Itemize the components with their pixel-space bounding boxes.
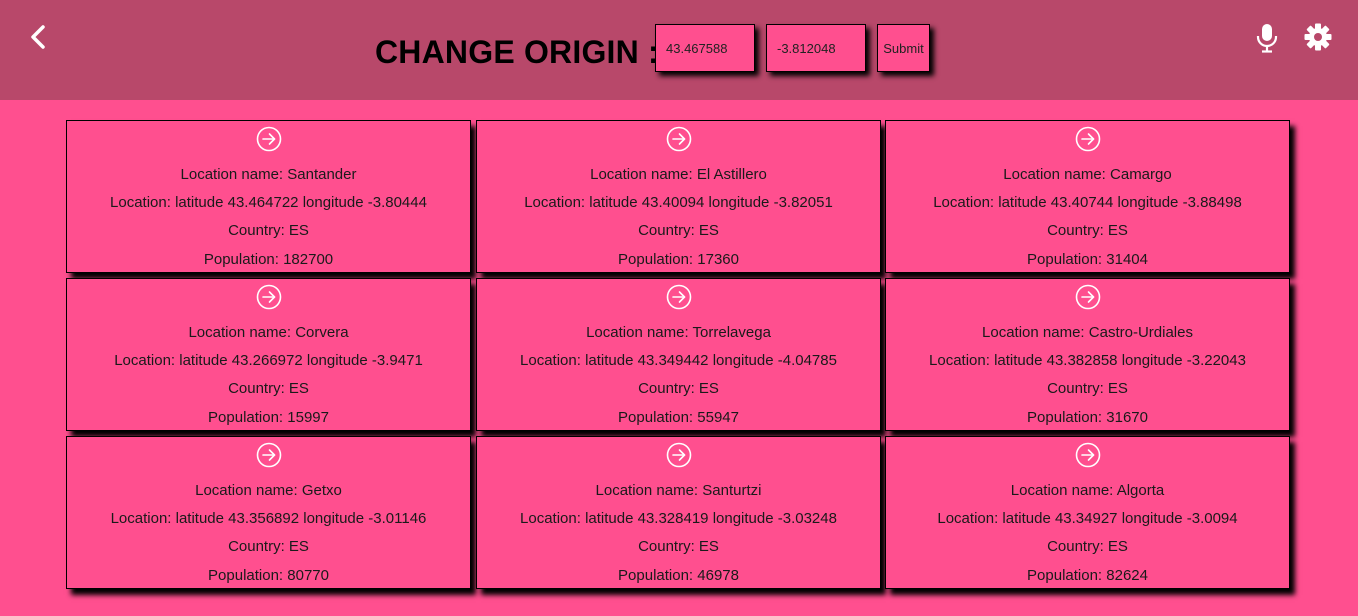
location-population: Population: 182700 [203,251,334,268]
location-country: Country: ES [1047,538,1128,555]
arrow-right-circle-icon[interactable] [1075,442,1101,468]
location-coordinates: Location: latitude 43.349442 longitude -… [520,352,837,369]
location-country: Country: ES [638,222,719,239]
location-population: Population: 31670 [1027,409,1148,426]
top-bar: CHANGE ORIGIN : Submit [0,0,1358,100]
location-population: Population: 80770 [208,567,329,584]
arrow-right-circle-icon[interactable] [1075,126,1101,152]
location-country: Country: ES [228,538,309,555]
arrow-right-circle-icon[interactable] [256,284,282,310]
location-coordinates: Location: latitude 43.328419 longitude -… [520,510,837,527]
location-population: Population: 17360 [618,251,739,268]
location-name: Location name: Castro-Urdiales [982,324,1193,341]
location-card: Location name: El Astillero Location: la… [476,120,881,273]
submit-button[interactable]: Submit [877,24,930,72]
location-card: Location name: Torrelavega Location: lat… [476,278,881,431]
location-population: Population: 55947 [618,409,739,426]
location-country: Country: ES [228,222,309,239]
settings-button[interactable] [1304,23,1332,51]
location-coordinates: Location: latitude 43.266972 longitude -… [114,352,423,369]
gear-icon [1304,23,1332,51]
location-population: Population: 15997 [208,409,329,426]
location-name: Location name: Getxo [195,482,342,499]
location-coordinates: Location: latitude 43.40094 longitude -3… [524,194,833,211]
location-population: Population: 46978 [618,567,739,584]
location-population: Population: 31404 [1027,251,1148,268]
location-population: Population: 82624 [1027,567,1148,584]
arrow-right-circle-icon[interactable] [256,442,282,468]
location-name: Location name: El Astillero [590,166,767,183]
location-card: Location name: Getxo Location: latitude … [66,436,471,589]
location-country: Country: ES [638,380,719,397]
location-country: Country: ES [1047,222,1128,239]
location-country: Country: ES [1047,380,1128,397]
location-country: Country: ES [638,538,719,555]
location-card: Location name: Santurtzi Location: latit… [476,436,881,589]
location-name: Location name: Camargo [1003,166,1172,183]
location-coordinates: Location: latitude 43.356892 longitude -… [110,510,427,527]
location-name: Location name: Algorta [1010,482,1165,499]
arrow-right-circle-icon[interactable] [1075,284,1101,310]
location-name: Location name: Santurtzi [595,482,762,499]
microphone-icon [1256,24,1278,53]
location-card: Location name: Algorta Location: latitud… [885,436,1290,589]
microphone-button[interactable] [1255,23,1279,53]
location-country: Country: ES [228,380,309,397]
location-coordinates: Location: latitude 43.40744 longitude -3… [933,194,1242,211]
arrow-right-circle-icon[interactable] [666,126,692,152]
arrow-right-circle-icon[interactable] [256,126,282,152]
location-card: Location name: Santander Location: latit… [66,120,471,273]
location-card: Location name: Corvera Location: latitud… [66,278,471,431]
longitude-input[interactable] [766,24,866,72]
location-card: Location name: Castro-Urdiales Location:… [885,278,1290,431]
page-title: CHANGE ORIGIN : [375,34,659,70]
location-name: Location name: Corvera [188,324,349,341]
arrow-right-circle-icon[interactable] [666,442,692,468]
location-coordinates: Location: latitude 43.464722 longitude -… [110,194,427,211]
chevron-left-icon [31,25,45,49]
back-button[interactable] [26,24,52,50]
location-name: Location name: Santander [180,166,357,183]
latitude-input[interactable] [655,24,755,72]
location-card: Location name: Camargo Location: latitud… [885,120,1290,273]
location-name: Location name: Torrelavega [586,324,771,341]
location-coordinates: Location: latitude 43.382858 longitude -… [929,352,1246,369]
arrow-right-circle-icon[interactable] [666,284,692,310]
location-coordinates: Location: latitude 43.34927 longitude -3… [937,510,1238,527]
